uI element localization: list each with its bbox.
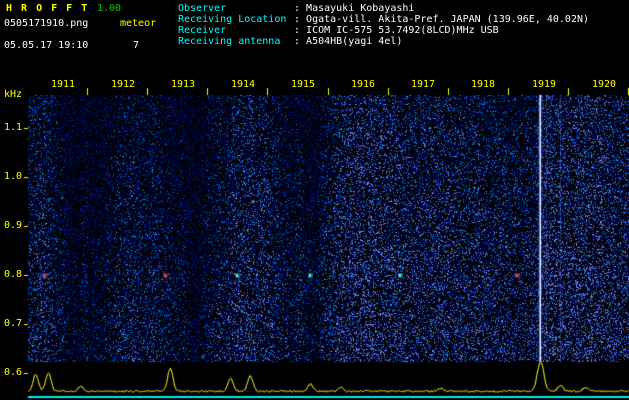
output-filename: 0505171910.png xyxy=(4,18,89,29)
info-value: Masayuki Kobayashi xyxy=(294,3,414,14)
info-value: Ogata-vill. Akita-Pref. JAPAN (139.96E, … xyxy=(294,14,589,25)
info-label: Receiver xyxy=(178,25,227,36)
app-title: H R O F F T xyxy=(6,3,89,14)
info-row-location: Receiving Location Ogata-vill. Akita-Pre… xyxy=(178,14,589,25)
spectrogram-canvas xyxy=(0,0,629,400)
app-version: 1.00 xyxy=(97,3,122,14)
info-row-observer: Observer Masayuki Kobayashi xyxy=(178,3,589,14)
y-tick-label: 0.7 xyxy=(3,318,22,329)
y-tick-label: 1.1 xyxy=(3,122,22,133)
info-label: Receiving antenna xyxy=(178,36,281,47)
x-tick-label: 1920 xyxy=(591,79,617,90)
hrofft-output-image: H R O F F T 1.00 0505171910.png meteor 0… xyxy=(0,0,629,400)
x-tick-label: 1913 xyxy=(170,79,196,90)
y-tick-label: 0.6 xyxy=(3,367,22,378)
x-tick-label: 1919 xyxy=(531,79,557,90)
y-tick-label: 1.0 xyxy=(3,171,22,182)
x-tick-label: 1912 xyxy=(110,79,136,90)
datetime-label: 05.05.17 19:10 xyxy=(4,40,89,51)
info-value: ICOM IC-575 53.7492(8LCD)MHz USB xyxy=(294,25,499,36)
x-tick-label: 1916 xyxy=(350,79,376,90)
echo-count: 7 xyxy=(133,40,140,51)
y-tick-label: 0.8 xyxy=(3,269,22,280)
x-tick-label: 1915 xyxy=(290,79,316,90)
info-value: A504HB(yagi 4el) xyxy=(294,36,402,47)
info-row-antenna: Receiving antenna A504HB(yagi 4el) xyxy=(178,36,589,47)
info-label: Receiving Location xyxy=(178,14,287,25)
info-row-receiver: Receiver ICOM IC-575 53.7492(8LCD)MHz US… xyxy=(178,25,589,36)
y-axis-unit-label: kHz xyxy=(3,89,22,100)
x-tick-label: 1914 xyxy=(230,79,256,90)
info-label: Observer xyxy=(178,3,227,14)
x-tick-label: 1911 xyxy=(50,79,76,90)
mode-label: meteor xyxy=(120,18,157,29)
x-tick-label: 1917 xyxy=(410,79,436,90)
y-tick-label: 0.9 xyxy=(3,220,22,231)
station-info: Observer Masayuki Kobayashi Receiving Lo… xyxy=(178,3,589,47)
x-tick-label: 1918 xyxy=(470,79,496,90)
